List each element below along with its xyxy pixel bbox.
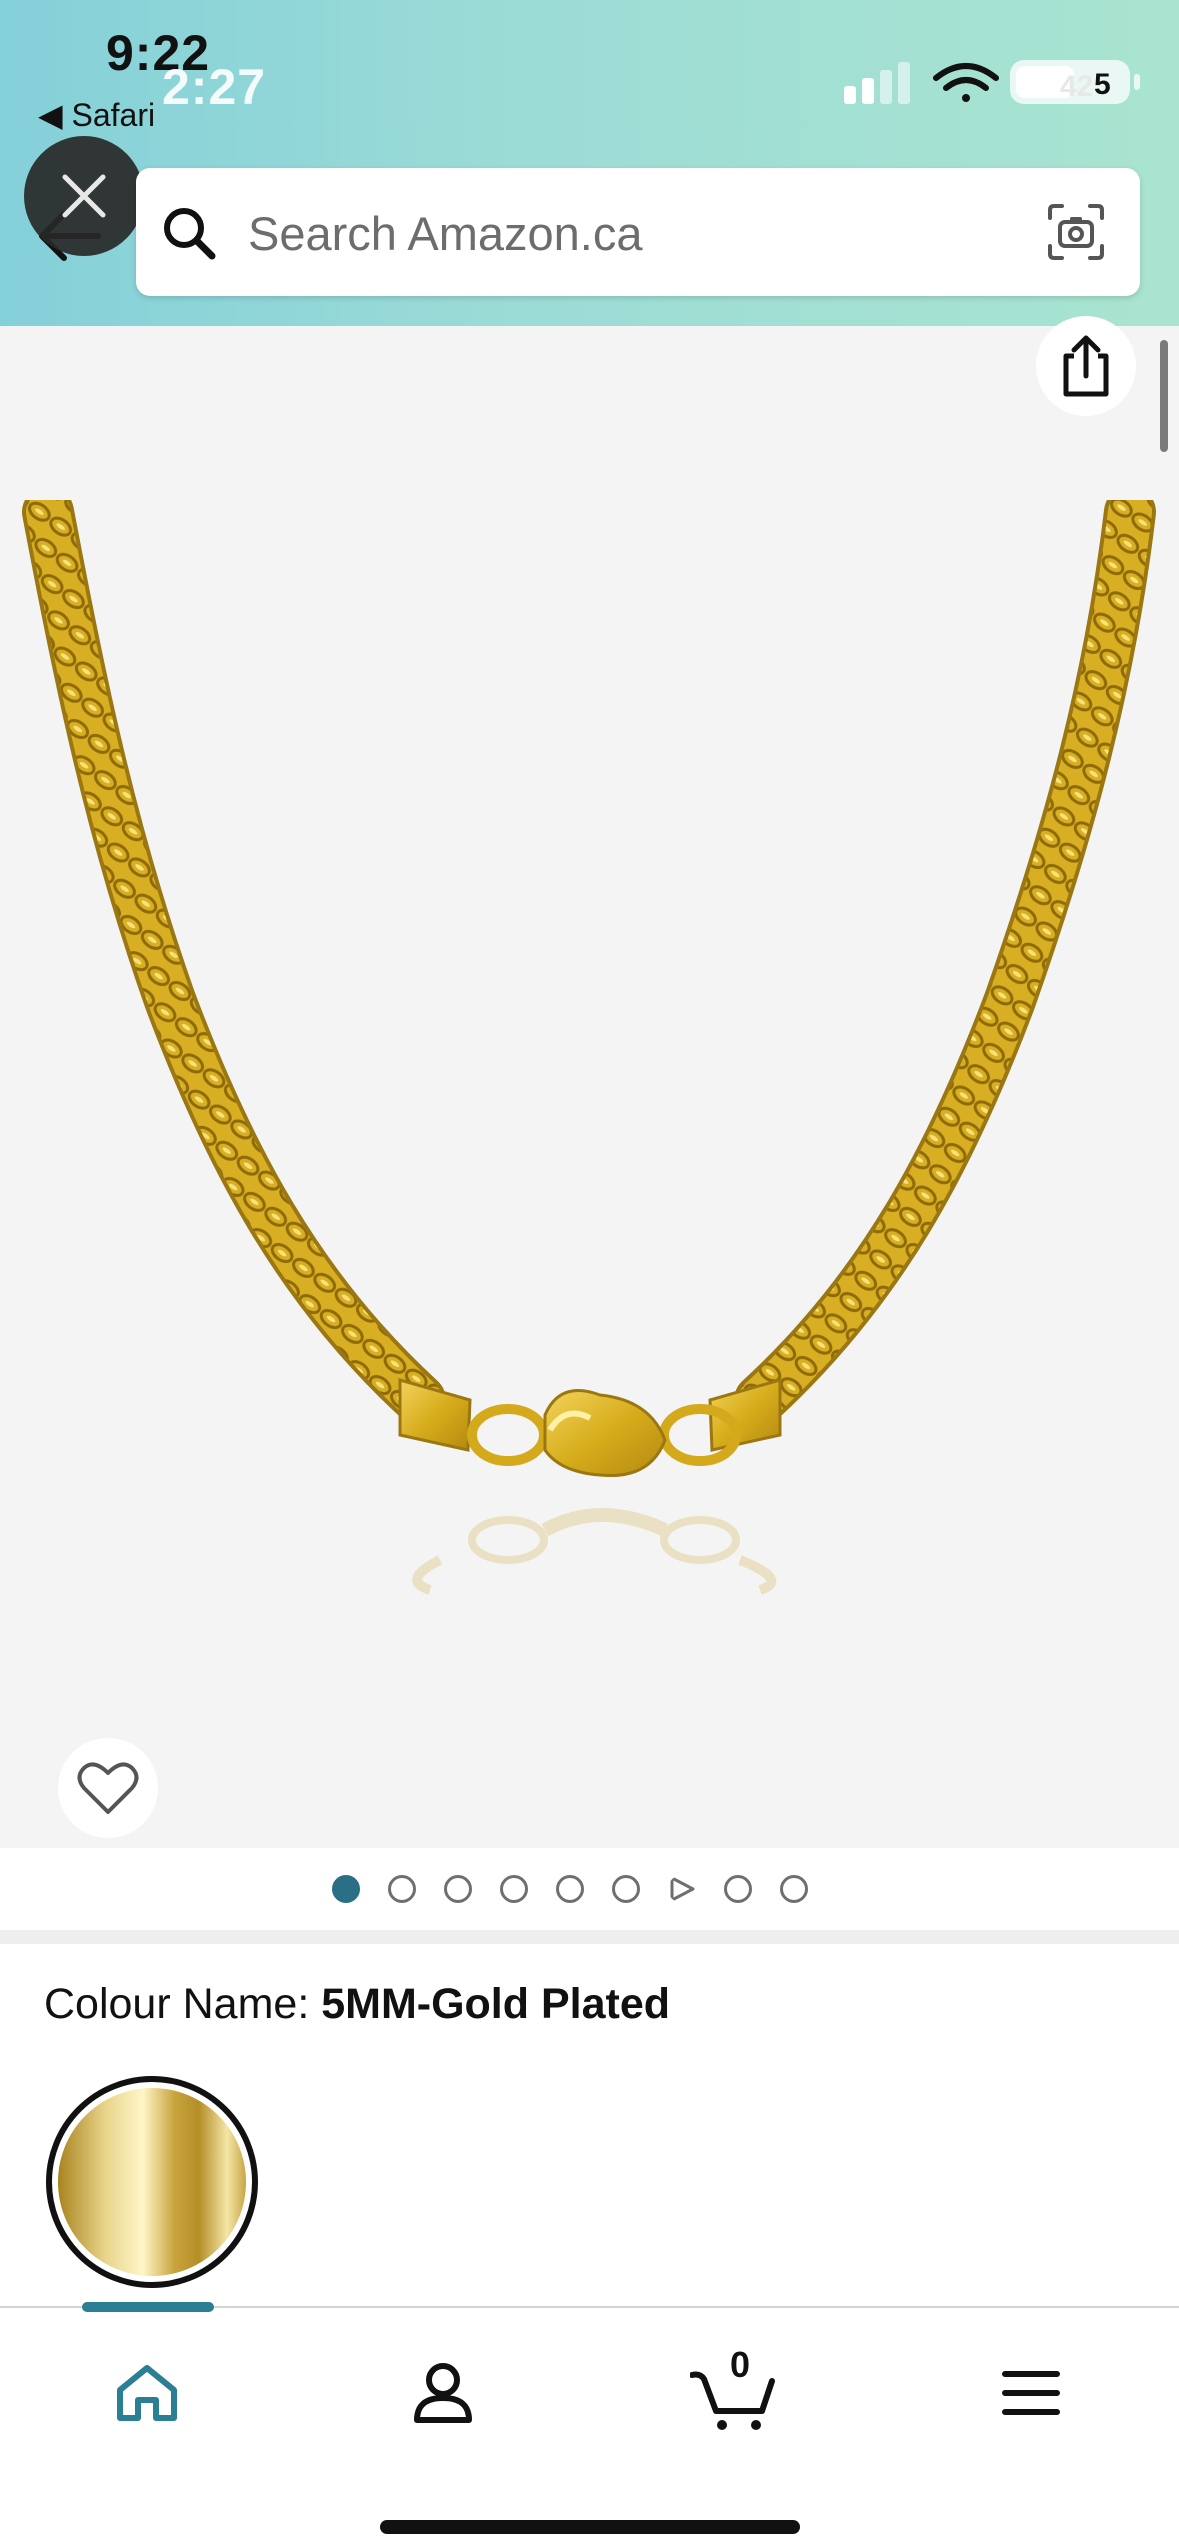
account-icon <box>414 2363 472 2423</box>
app-header: 9:22 2:27 ◀ Safari 42 5 Search Amazon.ca <box>0 0 1179 326</box>
gallery-dot[interactable] <box>387 1875 416 1903</box>
gallery-dot[interactable] <box>499 1875 528 1903</box>
video-play-icon[interactable] <box>667 1875 696 1903</box>
nav-cart[interactable]: 0 <box>690 2344 780 2438</box>
nav-home[interactable] <box>102 2348 192 2438</box>
gallery-pagination <box>0 1848 1179 1930</box>
share-icon <box>1063 335 1109 397</box>
home-indicator-bar[interactable] <box>380 2520 800 2534</box>
active-tab-indicator <box>82 2302 214 2312</box>
gallery-dot[interactable] <box>611 1875 640 1903</box>
camera-icon[interactable] <box>1046 202 1106 262</box>
back-to-safari-link[interactable]: ◀ Safari <box>38 96 155 134</box>
menu-icon <box>1002 2371 1060 2415</box>
status-time-overlay: 2:27 <box>162 59 267 115</box>
wishlist-button[interactable] <box>58 1738 158 1838</box>
gallery-dot[interactable] <box>555 1875 584 1903</box>
search-input[interactable]: Search Amazon.ca <box>136 168 1140 296</box>
colour-label: Colour Name: <box>44 1980 322 2028</box>
scroll-indicator[interactable] <box>1160 340 1168 452</box>
search-placeholder: Search Amazon.ca <box>248 207 643 260</box>
close-icon <box>62 174 106 218</box>
svg-text:5: 5 <box>1094 68 1111 101</box>
gallery-dot[interactable] <box>723 1875 752 1903</box>
cart-count: 0 <box>730 2344 751 2385</box>
wifi-icon <box>933 63 999 102</box>
nav-account[interactable] <box>398 2348 488 2438</box>
share-button[interactable] <box>1036 316 1136 416</box>
gallery-dot-active[interactable] <box>331 1875 360 1903</box>
heart-icon <box>77 1762 139 1814</box>
gallery-dot[interactable] <box>443 1875 472 1903</box>
signal-icon <box>844 62 910 104</box>
search-icon <box>164 208 216 260</box>
bottom-navigation: 0 <box>0 2302 1179 2545</box>
close-button[interactable] <box>24 136 144 256</box>
home-icon <box>117 2365 177 2421</box>
nav-menu[interactable] <box>986 2348 1076 2438</box>
section-divider <box>0 1930 1179 1944</box>
gold-swatch-image <box>58 2088 246 2276</box>
status-icons: 42 5 <box>844 60 1140 104</box>
svg-text:42: 42 <box>1060 70 1093 103</box>
colour-swatch-selected[interactable] <box>46 2076 258 2288</box>
product-image-gold-chain <box>22 500 1156 1595</box>
gallery-dot[interactable] <box>779 1875 808 1903</box>
colour-name-row: Colour Name: 5MM-Gold Plated <box>44 1980 670 2029</box>
battery-icon: 42 5 <box>1010 60 1140 104</box>
colour-value: 5MM-Gold Plated <box>321 1980 671 2028</box>
